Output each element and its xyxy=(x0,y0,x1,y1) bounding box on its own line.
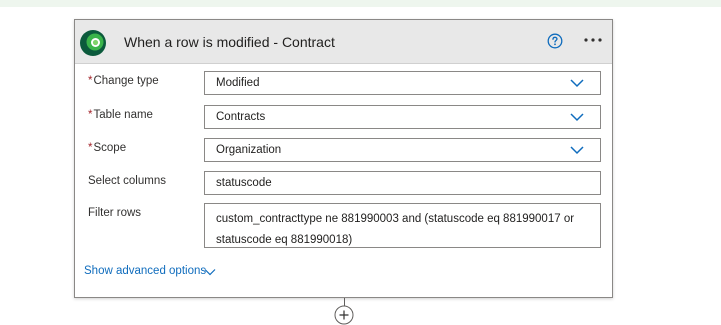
change-type-label-text: Change type xyxy=(93,75,159,87)
table-name-label: *Table name xyxy=(88,109,153,121)
trigger-card: When a row is modified - Contract *Chang… xyxy=(74,19,613,298)
chevron-down-icon xyxy=(570,146,584,155)
table-name-dropdown[interactable]: Contracts xyxy=(204,105,601,129)
select-columns-input[interactable]: statuscode xyxy=(204,171,601,195)
help-circle-icon[interactable] xyxy=(547,33,563,49)
select-columns-value: statuscode xyxy=(216,177,272,189)
filter-rows-input[interactable]: custom_contracttype ne 881990003 and (st… xyxy=(204,203,601,248)
canvas-top-strip xyxy=(0,0,721,7)
show-advanced-options-link[interactable]: Show advanced options xyxy=(84,265,206,277)
chevron-down-icon xyxy=(570,113,584,122)
filter-rows-value: custom_contracttype ne 881990003 and (st… xyxy=(216,213,575,246)
trigger-title: When a row is modified - Contract xyxy=(124,34,335,50)
table-name-label-text: Table name xyxy=(93,109,153,121)
change-type-dropdown[interactable]: Modified xyxy=(204,71,601,95)
filter-rows-label: Filter rows xyxy=(88,207,142,219)
scope-value: Organization xyxy=(216,144,282,156)
chevron-down-icon xyxy=(570,79,584,88)
table-name-value: Contracts xyxy=(216,111,266,123)
plus-icon[interactable] xyxy=(334,305,354,325)
required-marker: * xyxy=(88,75,93,87)
dataverse-logo-icon xyxy=(80,30,106,56)
scope-label: *Scope xyxy=(88,142,126,154)
select-columns-label: Select columns xyxy=(88,175,166,187)
required-marker: * xyxy=(88,109,93,121)
scope-dropdown[interactable]: Organization xyxy=(204,138,601,162)
required-marker: * xyxy=(88,142,93,154)
change-type-value: Modified xyxy=(216,77,260,89)
chevron-down-icon[interactable] xyxy=(204,268,216,276)
more-options-icon[interactable] xyxy=(581,30,605,50)
scope-label-text: Scope xyxy=(93,142,127,154)
trigger-card-header[interactable]: When a row is modified - Contract xyxy=(75,20,612,64)
change-type-label: *Change type xyxy=(88,75,159,87)
